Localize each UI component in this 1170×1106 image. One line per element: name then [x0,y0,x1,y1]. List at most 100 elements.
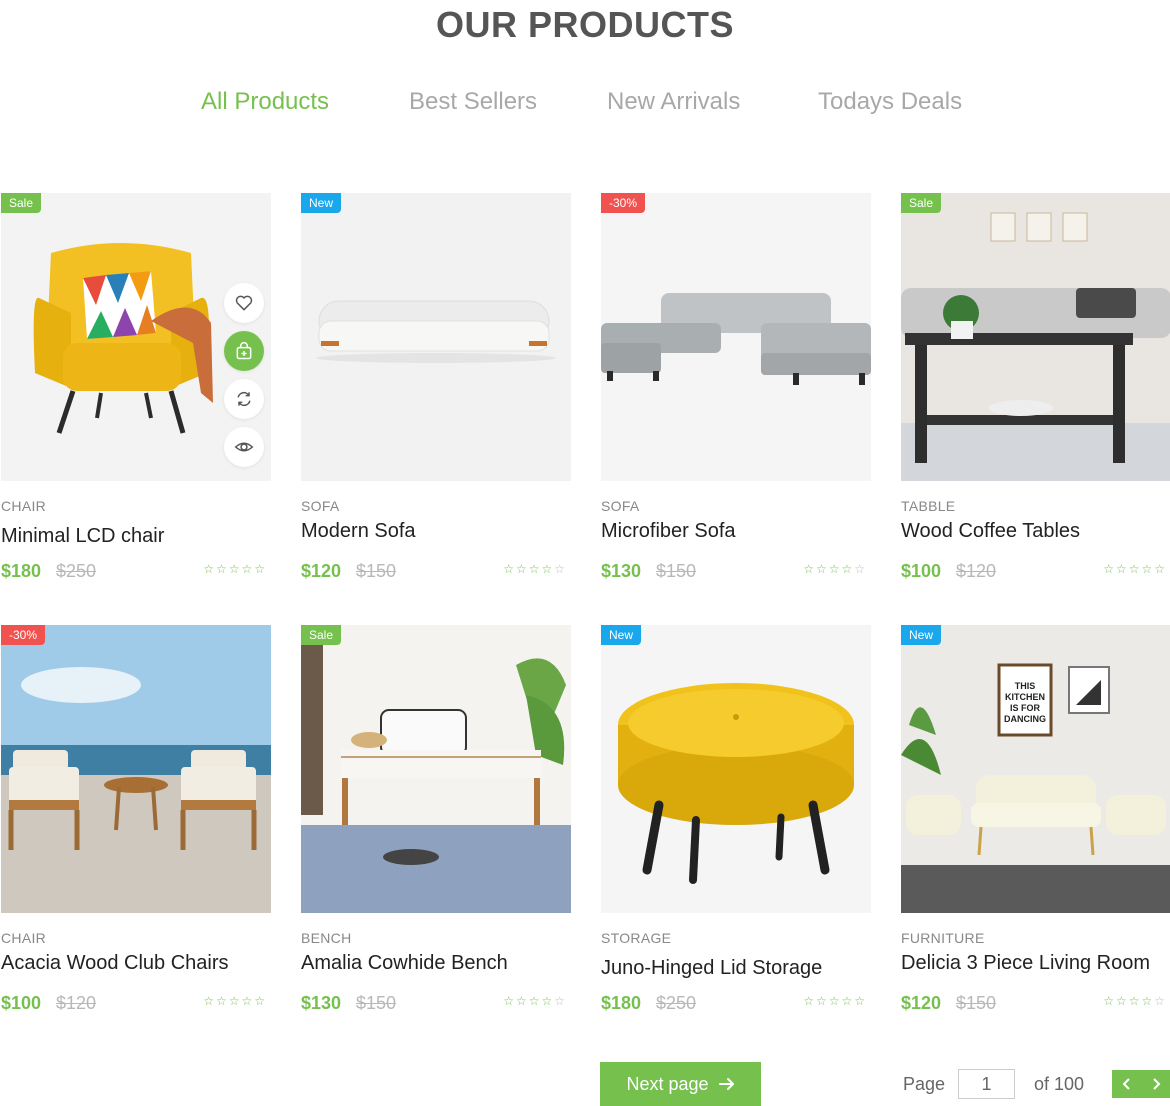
product-name[interactable]: Microfiber Sofa [601,520,736,543]
product-price: $180 [1,561,42,581]
ottoman-image [601,625,871,913]
coffee-table-image [901,193,1170,481]
product-old-price: $120 [56,993,97,1013]
product-category: FURNITURE [901,930,985,946]
product-old-price: $150 [956,993,997,1013]
product-old-price: $250 [56,561,97,581]
discount-badge: -30% [601,193,646,213]
product-image[interactable]: New [601,625,871,913]
product-category: STORAGE [601,930,672,946]
product-name[interactable]: Acacia Wood Club Chairs [1,952,229,975]
tab-todays-deals[interactable]: Todays Deals [818,88,962,116]
product-name[interactable]: Delicia 3 Piece Living Room [901,952,1150,975]
patio-chairs-image [1,625,271,913]
sale-badge: Sale [1,193,42,213]
product-old-price: $120 [956,561,997,581]
prev-page-button[interactable] [1112,1070,1141,1098]
product-card[interactable]: THIS KITCHEN IS FOR DANCING New FURNITUR… [901,625,1170,1013]
rating-stars: ☆☆☆☆☆ [203,994,267,1008]
new-badge: New [301,193,342,213]
rating-stars: ☆☆☆☆☆ [503,562,567,576]
rating-stars: ☆☆☆☆☆ [803,562,867,576]
product-name[interactable]: Minimal LCD chair [1,525,164,548]
tab-all-products[interactable]: All Products [201,88,329,116]
sofa-image [301,193,571,481]
svg-text:IS FOR: IS FOR [1010,703,1041,713]
product-price: $120 [301,561,342,581]
quick-view-icon [234,442,254,452]
star-icon: ☆☆☆☆ [803,562,855,576]
product-category: CHAIR [1,930,47,946]
product-category: TABBLE [901,498,956,514]
product-old-price: $150 [356,561,397,581]
product-image[interactable]: -30% [1,625,271,913]
product-card[interactable]: New STORAGE Juno-Hinged Lid Storage $180… [601,625,871,1013]
total-pages-label: of 100 [1034,1074,1085,1094]
tab-new-arrivals[interactable]: New Arrivals [607,88,740,116]
product-actions [224,283,264,475]
tab-best-sellers[interactable]: Best Sellers [409,88,537,116]
rating-stars: ☆☆☆☆☆ [803,994,867,1008]
product-category: BENCH [301,930,352,946]
product-card[interactable]: -30% CHAIR Acacia Wood Club Chairs $100 … [1,625,271,1013]
product-category: SOFA [301,498,340,514]
product-image[interactable]: Sale [301,625,571,913]
star-icon: ☆☆☆☆☆ [203,994,267,1008]
wishlist-button[interactable] [224,283,264,323]
product-old-price: $150 [656,561,697,581]
product-image[interactable]: New [301,193,571,481]
add-to-cart-icon [236,342,252,360]
page-number-input[interactable] [958,1069,1015,1099]
product-price: $130 [301,993,342,1013]
heart-icon [235,295,253,311]
product-tabs: All Products Best Sellers New Arrivals T… [0,88,1170,124]
product-image[interactable]: Sale [1,193,271,481]
next-page-arrow-button[interactable] [1141,1070,1170,1098]
star-icon: ☆☆☆☆☆ [203,562,267,576]
product-price: $100 [901,561,942,581]
rating-stars: ☆☆☆☆☆ [503,994,567,1008]
new-badge: New [601,625,642,645]
product-image[interactable]: -30% [601,193,871,481]
product-name[interactable]: Modern Sofa [301,520,416,543]
product-old-price: $250 [656,993,697,1013]
product-name[interactable]: Wood Coffee Tables [901,520,1080,543]
sale-badge: Sale [901,193,942,213]
section-title: OUR PRODUCTS [435,4,734,45]
star-icon: ☆☆☆☆ [503,994,555,1008]
product-card[interactable]: Sale BENCH Amalia Cowhide Bench $130 $15… [301,625,571,1013]
product-card[interactable]: Sale CHAIR Minimal LCD chair $180 $250 ☆… [1,193,271,581]
product-price: $180 [601,993,642,1013]
living-room-image: THIS KITCHEN IS FOR DANCING [901,625,1170,913]
product-name[interactable]: Juno-Hinged Lid Storage [601,957,822,980]
quick-view-button[interactable] [224,427,264,467]
page-label: Page [903,1074,946,1094]
product-image[interactable]: Sale [901,193,1170,481]
chevron-left-icon [1122,1078,1130,1090]
product-image[interactable]: THIS KITCHEN IS FOR DANCING New [901,625,1170,913]
next-page-button[interactable]: Next page [600,1062,761,1106]
star-icon: ☆☆☆☆ [503,562,555,576]
rating-stars: ☆☆☆☆☆ [1103,562,1167,576]
svg-text:KITCHEN: KITCHEN [1005,692,1045,702]
star-icon: ☆☆☆☆☆ [1103,562,1167,576]
rating-stars: ☆☆☆☆☆ [1103,994,1167,1008]
next-page-label: Next page [626,1073,709,1094]
discount-badge: -30% [1,625,46,645]
product-name[interactable]: Amalia Cowhide Bench [301,952,508,975]
star-empty-icon: ☆ [854,562,867,576]
star-empty-icon: ☆ [554,562,567,576]
star-empty-icon: ☆ [1154,994,1167,1008]
product-card[interactable]: Sale TABBLE Wood Coffee Tables $100 $120… [901,193,1170,581]
product-card[interactable]: New SOFA Modern Sofa $120 $150 ☆☆☆☆☆ [301,193,571,581]
product-price: $130 [601,561,642,581]
bench-image [301,625,571,913]
product-category: CHAIR [1,498,47,514]
add-to-cart-button[interactable] [224,331,264,371]
product-card[interactable]: -30% SOFA Microfiber Sofa $130 $150 ☆☆☆☆… [601,193,871,581]
compare-icon [237,391,251,407]
sale-badge: Sale [301,625,342,645]
product-category: SOFA [601,498,640,514]
compare-button[interactable] [224,379,264,419]
svg-text:THIS: THIS [1015,681,1036,691]
